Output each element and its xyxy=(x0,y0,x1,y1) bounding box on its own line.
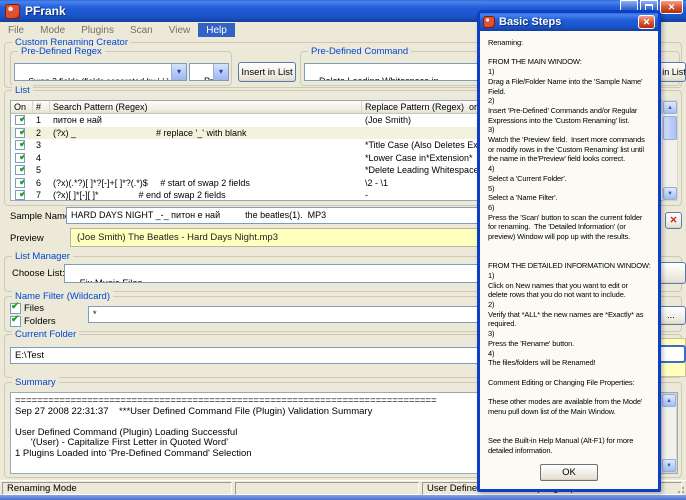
clear-x-icon: ✕ xyxy=(670,215,678,226)
column-on[interactable]: On xyxy=(11,101,33,113)
predefined-command-label: Pre-Defined Command xyxy=(308,46,411,57)
check-icon: ✔ xyxy=(16,190,25,200)
column-number[interactable]: # xyxy=(33,101,50,113)
folders-checkbox[interactable]: ✔ xyxy=(10,316,21,327)
check-icon: ✔ xyxy=(16,128,25,138)
prefix-combo[interactable]: Prefix ▾ xyxy=(189,63,229,81)
close-icon: ✕ xyxy=(643,17,651,27)
row-checkbox[interactable]: ✔ xyxy=(15,128,25,138)
resize-grip[interactable] xyxy=(675,484,685,494)
name-filter-label: Name Filter (Wildcard) xyxy=(12,291,113,302)
check-icon: ✔ xyxy=(16,153,25,163)
list-scrollbar[interactable]: ▲ ▼ xyxy=(662,100,678,201)
choose-list-label: Choose List: xyxy=(12,268,65,279)
row-checkbox[interactable]: ✔ xyxy=(15,165,25,175)
check-icon: ✔ xyxy=(16,115,25,125)
clear-sample-button[interactable]: ✕ xyxy=(665,212,682,229)
menu-help[interactable]: Help xyxy=(198,23,235,37)
basic-steps-dialog: Basic Steps ✕ Renaming: FROM THE MAIN WI… xyxy=(477,10,661,492)
predefined-regex-combo[interactable]: Swap 2 fields (fields separated by '-' )… xyxy=(14,63,187,81)
check-icon: ✔ xyxy=(16,165,25,175)
check-icon: ✔ xyxy=(11,314,19,325)
sample-name-label: Sample Name xyxy=(10,211,70,222)
insert-regex-in-list-button[interactable]: Insert in List xyxy=(238,62,296,82)
close-button[interactable]: ✕ xyxy=(660,0,683,14)
check-icon: ✔ xyxy=(16,178,25,188)
dialog-title-bar[interactable]: Basic Steps ✕ xyxy=(480,13,658,31)
chevron-down-icon[interactable]: ▾ xyxy=(171,64,186,80)
close-icon: ✕ xyxy=(668,2,676,13)
ok-button[interactable]: OK xyxy=(540,464,598,481)
dialog-body-text: Renaming: FROM THE MAIN WINDOW: 1) Drag … xyxy=(483,31,655,459)
summary-label: Summary xyxy=(12,377,59,388)
scrollbar-thumb[interactable] xyxy=(663,116,677,140)
dialog-close-button[interactable]: ✕ xyxy=(638,15,655,29)
folders-checkbox-label[interactable]: Folders xyxy=(24,316,56,327)
check-icon: ✔ xyxy=(16,140,25,150)
menu-plugins[interactable]: Plugins xyxy=(73,23,122,37)
column-search-pattern[interactable]: Search Pattern (Regex) xyxy=(50,101,362,113)
list-manager-label: List Manager xyxy=(12,251,73,262)
predefined-command-value: Delete Leading Whitespace in xyxy=(319,76,439,81)
chevron-down-icon[interactable]: ▾ xyxy=(213,64,228,80)
row-checkbox[interactable]: ✔ xyxy=(15,153,25,163)
summary-scrollbar[interactable]: ▲ ▼ xyxy=(661,393,677,473)
scroll-up-icon[interactable]: ▲ xyxy=(662,394,676,407)
row-checkbox[interactable]: ✔ xyxy=(15,140,25,150)
menu-file[interactable]: File xyxy=(0,23,32,37)
row-checkbox[interactable]: ✔ xyxy=(15,115,25,125)
app-icon xyxy=(483,16,495,28)
check-icon: ✔ xyxy=(11,301,19,312)
list-group-label: List xyxy=(12,85,33,96)
menu-scan[interactable]: Scan xyxy=(122,23,161,37)
row-checkbox[interactable]: ✔ xyxy=(15,190,25,200)
current-folder-label: Current Folder xyxy=(12,329,79,340)
window-title: PFrank xyxy=(25,4,66,18)
predefined-regex-value: Swap 2 fields (fields separated by '-' )… xyxy=(28,76,178,81)
status-mode: Renaming Mode xyxy=(2,482,232,495)
menu-mode[interactable]: Mode xyxy=(32,23,73,37)
window-bottom-border xyxy=(0,495,686,500)
pfrank-main-window: PFrank ✕ File Mode Plugins Scan View Hel… xyxy=(0,0,686,500)
summary-text: ========================================… xyxy=(15,396,437,459)
menu-view[interactable]: View xyxy=(161,23,199,37)
dialog-title: Basic Steps xyxy=(499,16,561,28)
preview-label: Preview xyxy=(10,233,44,244)
status-middle xyxy=(235,482,419,495)
files-checkbox-label[interactable]: Files xyxy=(24,303,44,314)
scroll-up-icon[interactable]: ▲ xyxy=(663,101,677,114)
app-icon xyxy=(5,4,20,19)
predefined-regex-label: Pre-Defined Regex xyxy=(18,46,105,57)
scroll-down-icon[interactable]: ▼ xyxy=(663,187,677,200)
scroll-down-icon[interactable]: ▼ xyxy=(662,459,676,472)
choose-list-value: Fix Music Files xyxy=(80,278,143,283)
row-checkbox[interactable]: ✔ xyxy=(15,178,25,188)
files-checkbox[interactable]: ✔ xyxy=(10,303,21,314)
